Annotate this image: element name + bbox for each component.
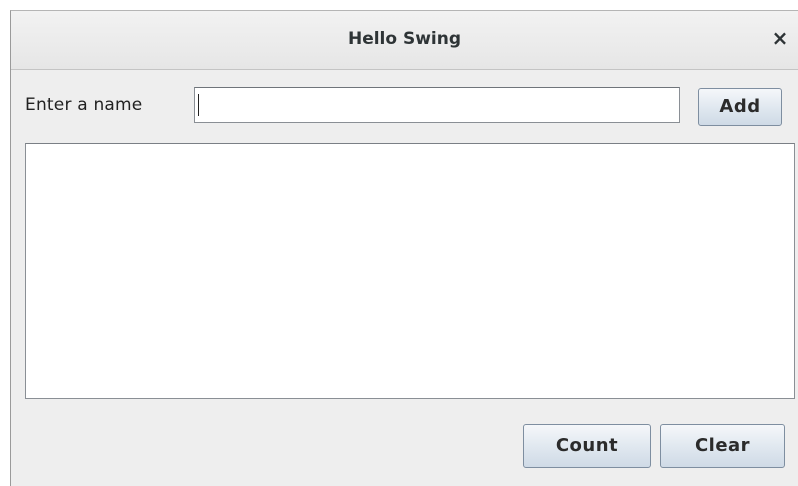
clear-button[interactable]: Clear xyxy=(660,424,785,468)
main-window: Hello Swing × Enter a name Add Count Cle… xyxy=(10,10,798,486)
text-caret xyxy=(198,94,199,116)
name-label: Enter a name xyxy=(25,95,143,115)
window-title: Hello Swing xyxy=(347,29,462,49)
add-button[interactable]: Add xyxy=(698,88,782,126)
name-input[interactable] xyxy=(194,87,680,123)
close-icon[interactable]: × xyxy=(770,27,790,49)
title-bar: Hello Swing × xyxy=(11,11,798,70)
names-list[interactable] xyxy=(25,143,795,399)
count-button[interactable]: Count xyxy=(523,424,651,468)
